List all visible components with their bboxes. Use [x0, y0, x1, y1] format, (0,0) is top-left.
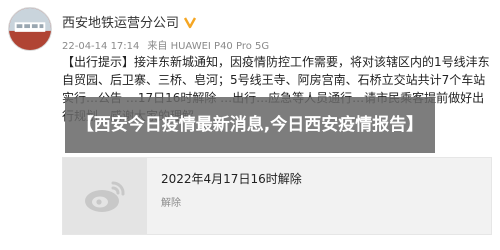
card-subtitle: 解除 [161, 198, 181, 209]
post-datetime[interactable]: 22-04-14 17:14 [62, 41, 139, 52]
title-overlay-banner: 【西安今日疫情最新消息,今日西安疫情报告】 [65, 97, 435, 153]
post-tag: 【出行提示】 [62, 55, 135, 69]
weibo-logo-icon [85, 181, 125, 212]
post-source: 来自 HUAWEI P40 Pro 5G [147, 41, 270, 52]
card-title: 2022年4月17日16时解除 [161, 172, 302, 186]
weibo-post: 西安地铁运营分公司 22-04-14 17:14 来自 HUAWEI P40 Pr… [0, 0, 500, 250]
link-card[interactable]: 2022年4月17日16时解除 解除 [62, 157, 492, 235]
overlay-title: 【西安今日疫情最新消息,今日西安疫情报告】 [76, 115, 424, 135]
card-thumbnail [63, 158, 147, 234]
post-meta: 22-04-14 17:14 来自 HUAWEI P40 Pro 5G [62, 37, 269, 52]
avatar[interactable] [8, 7, 52, 51]
account-name[interactable]: 西安地铁运营分公司 [62, 12, 179, 31]
verified-v-icon [183, 15, 197, 29]
avatar-metro-icon [9, 8, 51, 50]
author-row: 西安地铁运营分公司 [62, 12, 197, 31]
